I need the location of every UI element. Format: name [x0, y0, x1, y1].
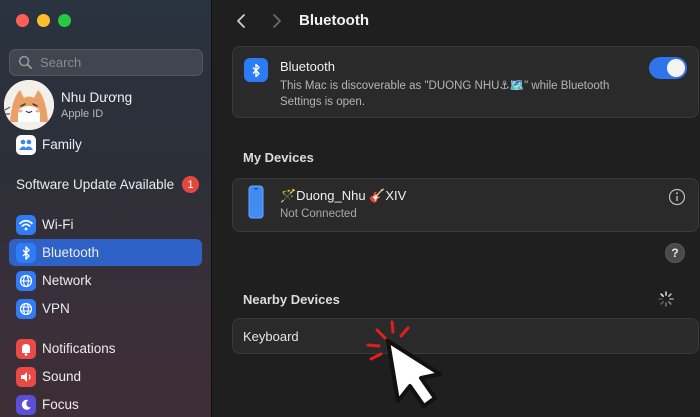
my-devices-heading: My Devices: [243, 150, 314, 165]
nearby-device-name: Keyboard: [243, 329, 299, 344]
info-icon[interactable]: [668, 188, 686, 206]
globe-icon: [16, 270, 36, 291]
avatar: [4, 80, 54, 130]
forward-chevron-icon[interactable]: [267, 12, 285, 30]
device-status: Not Connected: [280, 208, 357, 220]
search-field[interactable]: [9, 49, 203, 76]
pointer-cursor-icon: [366, 320, 442, 408]
profile-subtitle: Apple ID: [61, 108, 104, 120]
close-window-button[interactable]: [16, 14, 29, 27]
sidebar-item-label: Focus: [42, 397, 79, 412]
bluetooth-discoverable-text: This Mac is discoverable as "DUONG NHU⚓🗺…: [280, 80, 610, 108]
sidebar-item-label: Sound: [42, 369, 82, 384]
vpn-globe-icon: [16, 298, 36, 319]
page-title: Bluetooth: [299, 12, 369, 29]
wifi-icon: [16, 214, 36, 235]
back-chevron-icon[interactable]: [233, 12, 251, 30]
search-input[interactable]: [40, 55, 190, 70]
sidebar-item-notifications[interactable]: Notifications: [9, 335, 202, 362]
zoom-window-button[interactable]: [58, 14, 71, 27]
sidebar-item-label: VPN: [42, 301, 70, 316]
bluetooth-toggle[interactable]: [649, 57, 687, 79]
sidebar-item-sound[interactable]: Sound: [9, 363, 202, 390]
family-icon: [16, 134, 36, 155]
sidebar-item-bluetooth[interactable]: Bluetooth: [9, 239, 202, 266]
sidebar-item-label: Wi-Fi: [42, 217, 74, 232]
sound-icon: [16, 366, 36, 387]
sidebar-item-family[interactable]: Family: [9, 131, 202, 158]
bluetooth-heading: Bluetooth: [280, 59, 335, 74]
sidebar-item-wifi[interactable]: Wi-Fi: [9, 211, 202, 238]
window-controls: [16, 14, 71, 27]
sidebar-item-vpn[interactable]: VPN: [9, 295, 202, 322]
bluetooth-icon: [16, 242, 36, 263]
profile-name: Nhu Dương: [61, 90, 133, 105]
toggle-knob: [667, 59, 685, 77]
sidebar-item-label: Family: [42, 137, 82, 152]
search-icon: [18, 55, 32, 69]
sidebar-item-network[interactable]: Network: [9, 267, 202, 294]
apple-id-profile[interactable]: Nhu Dương Apple ID: [4, 80, 204, 130]
device-name: 🪄Duong_Nhu 🎸XIV: [280, 188, 407, 203]
sidebar-item-focus[interactable]: Focus: [9, 391, 202, 417]
sidebar: Nhu Dương Apple ID Family Software Updat…: [0, 0, 212, 417]
nearby-devices-heading: Nearby Devices: [243, 292, 340, 307]
sidebar-item-label: Bluetooth: [42, 245, 100, 260]
minimize-window-button[interactable]: [37, 14, 50, 27]
software-update-label: Software Update Available: [16, 177, 175, 192]
sidebar-item-label: Network: [42, 273, 92, 288]
software-update-available[interactable]: Software Update Available 1: [16, 176, 200, 193]
nearby-device-row[interactable]: Keyboard: [232, 318, 699, 354]
main-pane: Bluetooth Bluetooth This Mac is discover…: [213, 0, 700, 417]
loading-spinner-icon: [658, 291, 674, 307]
update-badge: 1: [182, 176, 200, 193]
notifications-icon: [16, 338, 36, 359]
bluetooth-toggle-card: Bluetooth This Mac is discoverable as "D…: [232, 46, 699, 118]
iphone-icon: [248, 185, 264, 219]
sidebar-item-label: Notifications: [42, 341, 116, 356]
my-device-row[interactable]: 🪄Duong_Nhu 🎸XIV Not Connected: [232, 178, 699, 232]
focus-moon-icon: [16, 394, 36, 415]
help-button[interactable]: ?: [665, 243, 685, 263]
bluetooth-icon: [244, 58, 268, 82]
